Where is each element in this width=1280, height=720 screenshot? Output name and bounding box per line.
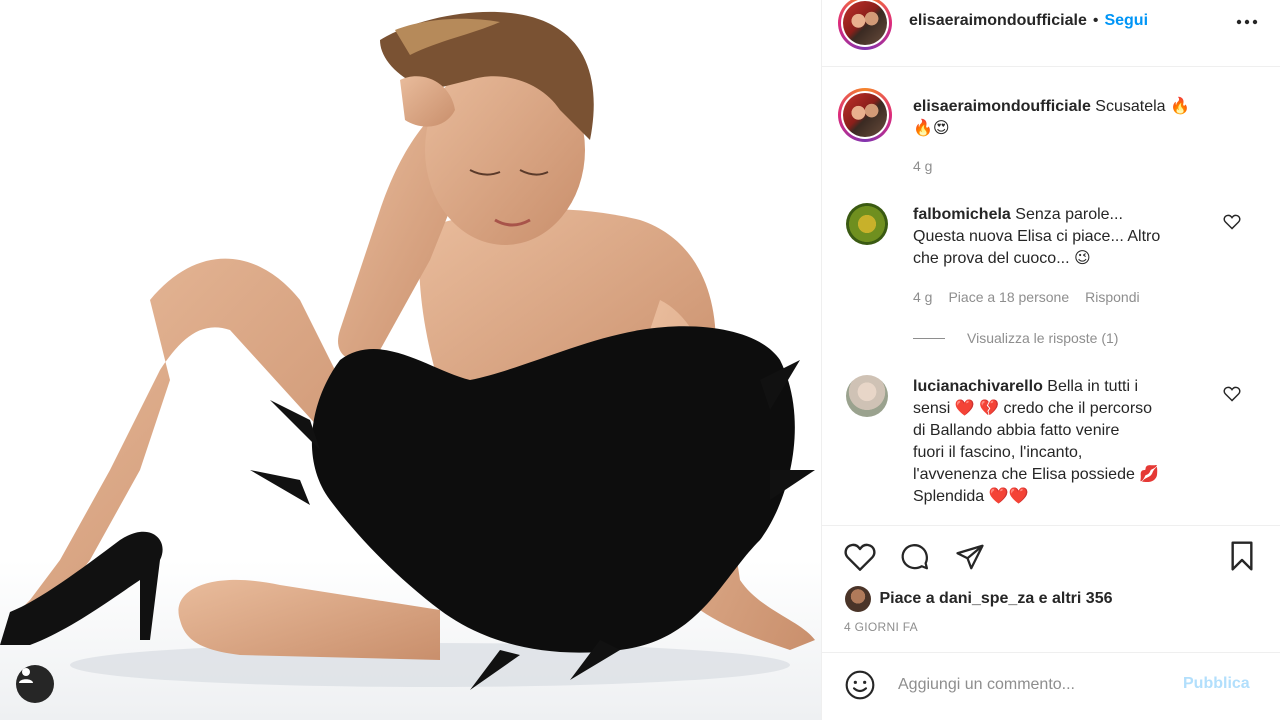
comment-line: l'avvenenza che Elisa possiede 💋 (913, 466, 1160, 483)
comment: lucianachivarello Bella in tutti i sensi… (913, 376, 1213, 508)
caption-text: Scusatela (1095, 98, 1166, 115)
post-photo[interactable] (0, 0, 821, 720)
view-replies[interactable]: Visualizza le risposte (1) (913, 330, 1118, 346)
caption-emoji-2: 🔥😍 (913, 120, 950, 137)
emoji-smile-icon[interactable] (844, 669, 876, 701)
post-header: elisaeraimondoufficiale • Segui (822, 0, 1280, 67)
commenter-avatar[interactable] (846, 375, 888, 417)
comment-icon[interactable] (899, 542, 931, 572)
post-side-panel: elisaeraimondoufficiale • Segui elisaera… (821, 0, 1280, 720)
comment-line: Questa nuova Elisa ci piace... Altro (913, 228, 1161, 245)
view-replies-label[interactable]: Visualizza le risposte (1) (967, 330, 1118, 346)
separator-dot: • (1092, 12, 1099, 29)
comment-like-heart-icon[interactable] (1223, 386, 1241, 402)
comment-like-heart-icon[interactable] (1223, 214, 1241, 230)
comment-line: Splendida ❤️❤️ (913, 488, 1029, 505)
caption-author-avatar[interactable] (838, 88, 892, 142)
caption-time[interactable]: 4 g (913, 158, 932, 174)
caption-emoji-1: 🔥 (1170, 98, 1190, 115)
author-avatar[interactable] (838, 0, 892, 50)
comment-line: fuori il fascino, l'incanto, (913, 444, 1083, 461)
comment-line: Senza parole... (1015, 206, 1123, 223)
user-tag-button[interactable] (16, 665, 54, 703)
commenter-avatar[interactable] (846, 203, 888, 245)
comment-username[interactable]: falbomichela (913, 206, 1011, 223)
heart-icon[interactable] (844, 542, 876, 572)
author-username[interactable]: elisaeraimondoufficiale (909, 12, 1087, 30)
comment-line: di Ballando abbia fatto venire (913, 422, 1120, 439)
comment-input[interactable] (898, 673, 1168, 697)
publish-button[interactable]: Pubblica (1183, 675, 1250, 693)
comment-line: sensi ❤️ 💔 credo che il percorso (913, 400, 1153, 417)
comment-likes[interactable]: Piace a 18 persone (948, 289, 1069, 305)
reply-button[interactable]: Rispondi (1085, 289, 1139, 305)
comment: falbomichela Senza parole... Questa nuov… (913, 204, 1223, 270)
user-tag-icon (19, 668, 33, 683)
photo-illustration (0, 0, 821, 720)
add-comment-bar: Pubblica (822, 652, 1280, 720)
comment-time[interactable]: 4 g (913, 289, 932, 305)
comment-line: che prova del cuoco... 😉 (913, 250, 1091, 267)
likes-text[interactable]: Piace a dani_spe_za e altri 356 (879, 590, 1112, 607)
comment-meta: 4 g Piace a 18 persone Rispondi (913, 289, 1140, 305)
liker-avatar[interactable] (845, 586, 871, 612)
comment-username[interactable]: lucianachivarello (913, 378, 1043, 395)
follow-button[interactable]: Segui (1104, 12, 1148, 30)
replies-divider (913, 337, 945, 339)
caption-username[interactable]: elisaeraimondoufficiale (913, 98, 1091, 115)
comments-list: elisaeraimondoufficiale Scusatela 🔥 🔥😍 4… (822, 68, 1280, 524)
comment-line: Bella in tutti i (1047, 378, 1139, 395)
bookmark-icon[interactable] (1227, 540, 1257, 572)
likes-summary[interactable]: Piace a dani_spe_za e altri 356 (845, 586, 1112, 612)
post-date[interactable]: 4 GIORNI FA (844, 620, 918, 634)
paper-plane-icon[interactable] (954, 542, 986, 572)
more-horizontal-icon[interactable] (1235, 16, 1259, 28)
caption: elisaeraimondoufficiale Scusatela 🔥 🔥😍 (913, 96, 1253, 140)
